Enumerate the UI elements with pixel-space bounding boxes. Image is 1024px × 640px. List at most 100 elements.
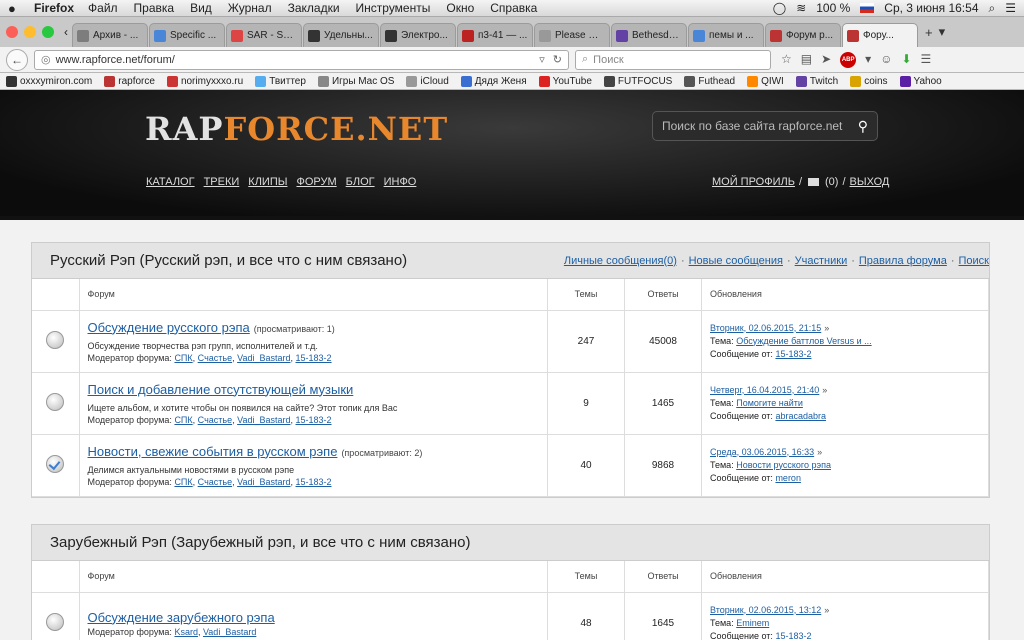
magnifier-icon[interactable]: ⚲	[858, 118, 868, 135]
bookmark-item[interactable]: Yahoo	[899, 75, 942, 87]
notification-center-icon[interactable]: ☰	[1005, 1, 1016, 15]
menubar-item[interactable]: Справка	[490, 1, 537, 15]
moderator-link[interactable]: Vadi_Bastard	[203, 627, 256, 637]
reload-icon[interactable]: ↻	[553, 53, 562, 66]
menubar-item[interactable]: Файл	[88, 1, 118, 15]
url-bar[interactable]: ◎ www.rapforce.net/forum/ ▿ ↻	[34, 49, 569, 70]
site-nav-link[interactable]: БЛОГ	[346, 176, 375, 188]
last-poster-link[interactable]: meron	[775, 473, 801, 483]
menubar-app-name[interactable]: Firefox	[34, 1, 74, 15]
adblock-icon[interactable]: ABP	[840, 51, 857, 68]
download-icon[interactable]: ⬇	[901, 52, 911, 68]
last-topic-link[interactable]: Помогите найти	[736, 398, 803, 408]
last-post-date-link[interactable]: Вторник, 02.06.2015, 21:15	[710, 323, 821, 333]
my-profile-link[interactable]: МОЙ ПРОФИЛЬ	[712, 176, 795, 188]
section-link[interactable]: Поиск	[959, 255, 989, 267]
last-topic-link[interactable]: Eminem	[736, 618, 769, 628]
back-button[interactable]: ←	[6, 48, 28, 71]
wifi-icon[interactable]: ≋	[796, 1, 806, 15]
last-post-date-link[interactable]: Четверг, 16.04.2015, 21:40	[710, 385, 819, 395]
browser-tab[interactable]: Please St...	[534, 23, 610, 47]
bookmark-item[interactable]: FUTFOCUS	[603, 75, 672, 87]
go-to-last-post-icon[interactable]: »	[822, 385, 827, 395]
browser-tab[interactable]: Фору...	[842, 23, 918, 47]
input-language-flag-icon[interactable]	[860, 3, 875, 13]
logout-link[interactable]: ВЫХОД	[850, 176, 890, 188]
browser-tab[interactable]: Форум р...	[765, 23, 841, 47]
go-to-last-post-icon[interactable]: »	[817, 447, 822, 457]
menubar-item[interactable]: Окно	[446, 1, 474, 15]
menubar-item[interactable]: Закладки	[288, 1, 340, 15]
browser-search-field[interactable]: ⌕ Поиск	[575, 49, 771, 70]
status-circle-icon[interactable]: ◯	[773, 1, 786, 15]
moderator-link[interactable]: Vadi_Bastard	[237, 415, 290, 425]
last-poster-link[interactable]: 15-183-2	[775, 349, 811, 359]
apple-icon[interactable]: ●	[8, 1, 22, 16]
bookmark-item[interactable]: Игры Mac OS	[317, 75, 394, 87]
reading-list-icon[interactable]: ▤	[801, 52, 812, 68]
moderator-link[interactable]: Счастье	[198, 415, 232, 425]
moderator-link[interactable]: Счастье	[198, 477, 232, 487]
last-topic-link[interactable]: Новости русского рэпа	[736, 460, 831, 470]
menubar-item[interactable]: Вид	[190, 1, 212, 15]
bookmark-star-icon[interactable]: ☆	[781, 52, 792, 68]
moderator-link[interactable]: Ksard	[174, 627, 198, 637]
hamburger-menu-icon[interactable]: ☰	[921, 52, 932, 68]
minimize-window-icon[interactable]	[24, 26, 36, 38]
section-link[interactable]: Участники	[795, 255, 848, 267]
tab-scroll-left-icon[interactable]: ‹	[64, 25, 68, 39]
last-topic-link[interactable]: Обсуждение баттлов Versus и ...	[736, 336, 871, 346]
bookmark-item[interactable]: rapforce	[104, 75, 155, 87]
moderator-link[interactable]: 15-183-2	[296, 353, 332, 363]
bookmark-item[interactable]: Twitch	[795, 75, 838, 87]
bookmark-item[interactable]: QIWI	[747, 75, 784, 87]
bookmark-item[interactable]: Твиттер	[255, 75, 306, 87]
go-to-last-post-icon[interactable]: »	[824, 323, 829, 333]
bookmark-item[interactable]: oxxxymiron.com	[6, 75, 92, 87]
battery-label[interactable]: 100 %	[816, 1, 850, 15]
moderator-link[interactable]: СПК	[174, 415, 192, 425]
moderator-link[interactable]: Vadi_Bastard	[237, 477, 290, 487]
moderator-link[interactable]: 15-183-2	[296, 415, 332, 425]
site-logo[interactable]: RAPFORCE.NET	[145, 110, 448, 148]
forum-title-link[interactable]: Обсуждение русского рэпа	[88, 320, 250, 335]
site-nav-link[interactable]: ИНФО	[384, 176, 417, 188]
site-nav-link[interactable]: КАТАЛОГ	[146, 176, 195, 188]
emoji-addon-icon[interactable]: ☺	[880, 52, 892, 68]
site-nav-link[interactable]: ТРЕКИ	[204, 176, 240, 188]
site-nav-link[interactable]: КЛИПЫ	[248, 176, 287, 188]
moderator-link[interactable]: Vadi_Bastard	[237, 353, 290, 363]
mail-icon[interactable]	[808, 178, 820, 186]
site-nav-link[interactable]: ФОРУМ	[296, 176, 336, 188]
site-search-input[interactable]: Поиск по базе сайта rapforce.net ⚲	[652, 111, 878, 141]
browser-tab[interactable]: SAR - Specifi...	[226, 23, 302, 47]
section-link[interactable]: Правила форума	[859, 255, 947, 267]
browser-tab[interactable]: Удельны...	[303, 23, 379, 47]
url-history-dropdown-icon[interactable]: ▿	[539, 53, 545, 66]
section-link[interactable]: Личные сообщения(0)	[564, 255, 677, 267]
zoom-window-icon[interactable]	[42, 26, 54, 38]
forum-title-link[interactable]: Новости, свежие события в русском рэпе	[88, 444, 338, 459]
browser-tab[interactable]: Электро...	[380, 23, 456, 47]
bookmark-item[interactable]: norimyxxxo.ru	[166, 75, 243, 87]
last-post-date-link[interactable]: Вторник, 02.06.2015, 13:12	[710, 605, 821, 615]
moderator-link[interactable]: Счастье	[198, 353, 232, 363]
send-icon[interactable]: ➤	[821, 52, 831, 68]
bookmark-item[interactable]: coins	[850, 75, 888, 87]
bookmark-item[interactable]: iCloud	[406, 75, 449, 87]
browser-tab[interactable]: Bethesda...	[611, 23, 687, 47]
menubar-clock[interactable]: Ср, 3 июня 16:54	[884, 1, 978, 15]
url-text[interactable]: www.rapforce.net/forum/	[56, 54, 175, 66]
menubar-item[interactable]: Правка	[134, 1, 175, 15]
moderator-link[interactable]: СПК	[174, 353, 192, 363]
spotlight-icon[interactable]: ⌕	[989, 1, 996, 16]
browser-tab[interactable]: п3-41 — ...	[457, 23, 533, 47]
menubar-item[interactable]: Инструменты	[356, 1, 431, 15]
bookmark-item[interactable]: YouTube	[538, 75, 592, 87]
addon-menu-icon[interactable]: ▾	[865, 52, 871, 68]
forum-title-link[interactable]: Поиск и добавление отсутствующей музыки	[88, 382, 354, 397]
last-poster-link[interactable]: 15-183-2	[775, 631, 811, 640]
last-post-date-link[interactable]: Среда, 03.06.2015, 16:33	[710, 447, 814, 457]
moderator-link[interactable]: 15-183-2	[296, 477, 332, 487]
tab-list-icon[interactable]: ▾	[939, 24, 946, 40]
